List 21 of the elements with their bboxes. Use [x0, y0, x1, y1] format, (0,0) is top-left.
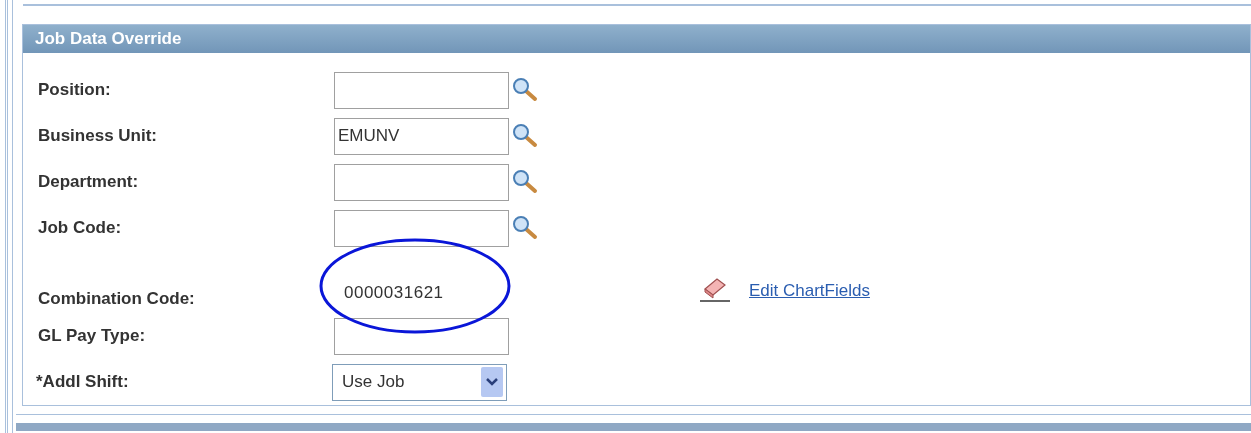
dropdown-select[interactable]: Use Job: [332, 363, 507, 401]
input-field[interactable]: [334, 209, 509, 247]
panel-title: Job Data Override: [35, 28, 182, 51]
input-field[interactable]: [334, 71, 509, 109]
field-label: Position:: [38, 79, 112, 102]
search-icon[interactable]: [512, 124, 538, 148]
field-label: Job Code:: [38, 217, 123, 240]
input-field[interactable]: [334, 163, 509, 201]
field-label: Department:: [38, 171, 140, 194]
search-icon[interactable]: [512, 78, 538, 102]
field-value: 0000031621: [344, 281, 444, 304]
input-field[interactable]: EMUNV: [334, 117, 509, 155]
search-icon[interactable]: [512, 170, 538, 194]
chevron-down-icon: [481, 367, 503, 397]
search-icon[interactable]: [512, 216, 538, 240]
field-label: *Addl Shift:: [36, 371, 130, 394]
field-label: GL Pay Type:: [38, 325, 147, 348]
input-field[interactable]: [334, 317, 509, 355]
field-label: Combination Code:: [38, 287, 196, 310]
edit-chartfields-link[interactable]: Edit ChartFields: [749, 277, 870, 303]
field-label: Business Unit:: [38, 125, 159, 148]
